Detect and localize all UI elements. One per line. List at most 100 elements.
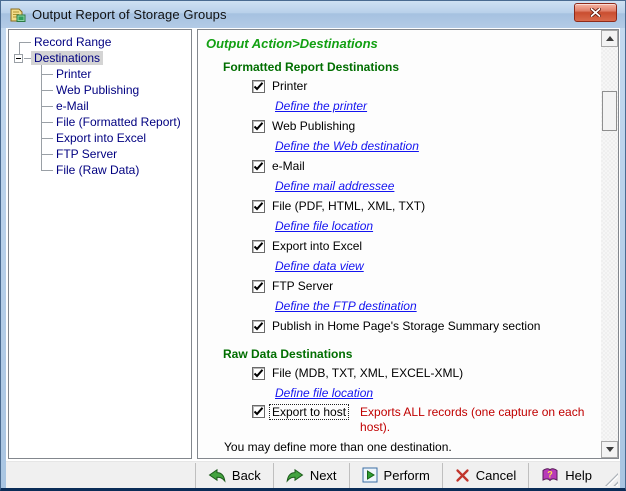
- button-label: Perform: [383, 467, 430, 483]
- tree-item-label: Web Publishing: [56, 83, 140, 97]
- vertical-scrollbar[interactable]: [601, 30, 618, 458]
- perform-button[interactable]: Perform: [348, 462, 442, 488]
- tree-item-ftp-server[interactable]: FTP Server: [9, 146, 191, 162]
- checkbox-checked[interactable]: [252, 159, 265, 173]
- checkbox-label[interactable]: Export to host: [268, 404, 350, 420]
- tree-item-printer[interactable]: Printer: [9, 66, 191, 82]
- checkbox-checked[interactable]: [252, 279, 265, 293]
- checkbox-label[interactable]: Publish in Home Page's Storage Summary s…: [272, 319, 540, 333]
- tree-item-label: Record Range: [34, 35, 112, 49]
- resize-grip[interactable]: [605, 473, 618, 486]
- tree-item-record-range[interactable]: Record Range: [9, 34, 191, 50]
- checkbox-checked[interactable]: [252, 79, 265, 93]
- checkmark-icon: [253, 121, 264, 132]
- define-link[interactable]: Define data view: [275, 259, 364, 273]
- content-panel: Output Action>Destinations Formatted Rep…: [197, 29, 619, 459]
- tree-connector-dash: [41, 154, 53, 155]
- cancel-x-icon: [455, 468, 470, 483]
- tree-connector-dash: [41, 170, 53, 171]
- scrollbar-track[interactable]: [601, 47, 618, 441]
- link-row: Define file location: [275, 216, 601, 236]
- link-row: Define data view: [275, 256, 601, 276]
- tree-connector-dash: [41, 122, 53, 123]
- tree-item-file-raw-data[interactable]: File (Raw Data): [9, 162, 191, 178]
- link-row: Define the Web destination: [275, 136, 601, 156]
- tree-item-web-publishing[interactable]: Web Publishing: [9, 82, 191, 98]
- checkbox-label[interactable]: File (MDB, TXT, XML, EXCEL-XML): [272, 366, 463, 380]
- tree-item-label: File (Raw Data): [56, 163, 140, 177]
- link-row: Define mail addressee: [275, 176, 601, 196]
- tree-item-label: Printer: [56, 67, 92, 81]
- define-link[interactable]: Define file location: [275, 386, 373, 400]
- checkbox-row: Export into Excel: [252, 236, 601, 256]
- tree-connector-dash: [41, 138, 53, 139]
- checkbox-label[interactable]: Printer: [272, 79, 307, 93]
- tree-item-export-into-excel[interactable]: Export into Excel: [9, 130, 191, 146]
- scroll-up-arrow-icon: [605, 36, 614, 41]
- section-heading: Raw Data Destinations: [223, 347, 353, 361]
- scrollbar-thumb[interactable]: [602, 91, 617, 131]
- button-label: Cancel: [475, 467, 517, 483]
- tree-item-label: e-Mail: [56, 99, 89, 113]
- link-row: Define file location: [275, 383, 601, 403]
- define-link[interactable]: Define the FTP destination: [275, 299, 417, 313]
- checkmark-icon: [253, 368, 264, 379]
- define-link[interactable]: Define the Web destination: [275, 139, 419, 153]
- perform-play-icon: [362, 467, 378, 483]
- next-button[interactable]: Next: [272, 462, 349, 488]
- checkbox-label[interactable]: File (PDF, HTML, XML, TXT): [272, 199, 425, 213]
- tree-connector-dash: [41, 106, 53, 107]
- checkbox-label[interactable]: FTP Server: [272, 279, 333, 293]
- help-book-icon: ?: [541, 467, 559, 483]
- checkbox-label[interactable]: Export into Excel: [272, 239, 362, 253]
- footer-note: You may define more than one destination…: [224, 440, 452, 454]
- back-button[interactable]: Back: [194, 462, 273, 488]
- close-x-icon: [590, 8, 601, 17]
- scroll-up-button[interactable]: [601, 30, 618, 47]
- help-button[interactable]: ? Help: [528, 462, 604, 488]
- checkmark-icon: [253, 81, 264, 92]
- scroll-down-arrow-icon: [605, 447, 614, 452]
- close-button[interactable]: [574, 3, 617, 22]
- next-arrow-icon: [286, 468, 304, 483]
- content-area: Output Action>Destinations Formatted Rep…: [198, 30, 601, 458]
- checkmark-icon: [253, 241, 264, 252]
- tree-item-destinations[interactable]: Destinations: [9, 50, 191, 66]
- tree-item-label: File (Formatted Report): [56, 115, 181, 129]
- checkbox-row: FTP Server: [252, 276, 601, 296]
- tree-item-e-mail[interactable]: e-Mail: [9, 98, 191, 114]
- link-row: Define the FTP destination: [275, 296, 601, 316]
- tree-connector-dash: [41, 90, 53, 91]
- checkbox-row: Printer: [252, 76, 601, 96]
- tree-item-label: Destinations: [31, 51, 104, 65]
- checkbox-checked[interactable]: [252, 119, 265, 133]
- back-arrow-icon: [208, 468, 226, 483]
- checkbox-checked[interactable]: [252, 366, 265, 380]
- breadcrumb: Output Action>Destinations: [206, 36, 378, 51]
- cancel-button[interactable]: Cancel: [441, 462, 528, 488]
- checkbox-label[interactable]: e-Mail: [272, 159, 305, 173]
- checkbox-row: e-Mail: [252, 156, 601, 176]
- define-link[interactable]: Define the printer: [275, 99, 367, 113]
- checkbox-checked[interactable]: [252, 239, 265, 253]
- checkbox-label[interactable]: Web Publishing: [272, 119, 355, 133]
- titlebar[interactable]: Output Report of Storage Groups: [1, 1, 625, 28]
- checkbox-row: Web Publishing: [252, 116, 601, 136]
- svg-text:?: ?: [548, 470, 554, 480]
- tree-expander-minus-icon[interactable]: [14, 54, 23, 63]
- checkbox-checked[interactable]: [252, 405, 265, 418]
- define-link[interactable]: Define mail addressee: [275, 179, 394, 193]
- tree-item-file-formatted-report[interactable]: File (Formatted Report): [9, 114, 191, 130]
- scroll-down-button[interactable]: [601, 441, 618, 458]
- footer-buttonbar: Back Next Perform Cancel ? Help: [6, 461, 620, 488]
- dialog-window: Output Report of Storage Groups Record R…: [0, 0, 626, 491]
- checkbox-row: Export to host Exports ALL records (one c…: [252, 403, 601, 437]
- button-label: Back: [231, 467, 261, 483]
- checkbox-row: File (PDF, HTML, XML, TXT): [252, 196, 601, 216]
- checkbox-checked[interactable]: [252, 319, 265, 333]
- define-link[interactable]: Define file location: [275, 219, 373, 233]
- navigation-tree: Record Range Destinations Printer Web Publi…: [8, 29, 192, 459]
- checkbox-checked[interactable]: [252, 199, 265, 213]
- checkmark-icon: [253, 201, 264, 212]
- checkmark-icon: [253, 281, 264, 292]
